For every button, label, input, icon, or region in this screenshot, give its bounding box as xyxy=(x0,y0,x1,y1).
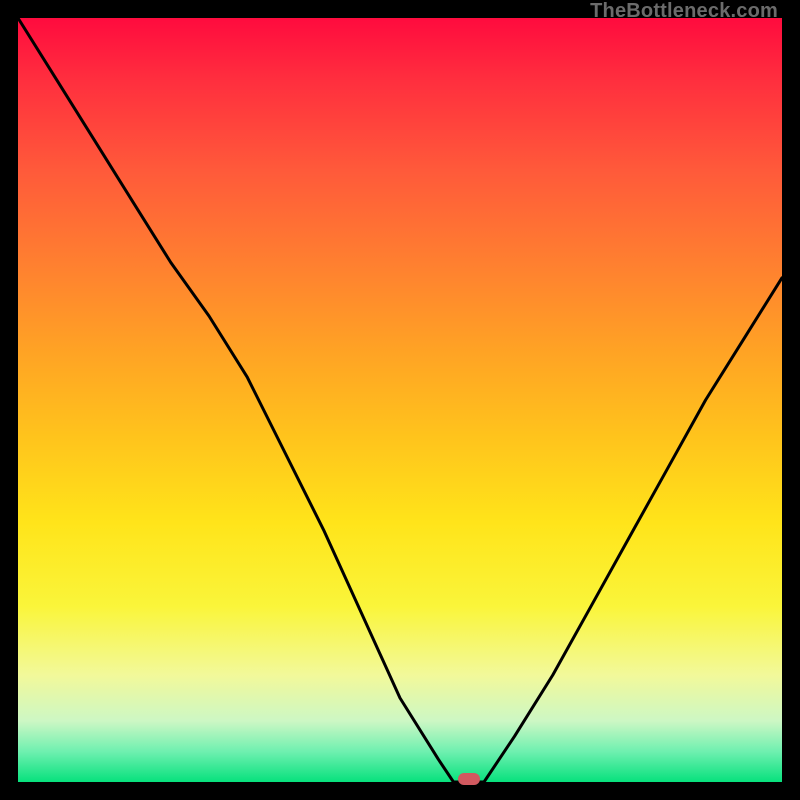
chart-frame: TheBottleneck.com xyxy=(0,0,800,800)
bottleneck-curve xyxy=(18,18,782,782)
bottleneck-marker xyxy=(458,773,480,785)
plot-area xyxy=(18,18,782,782)
